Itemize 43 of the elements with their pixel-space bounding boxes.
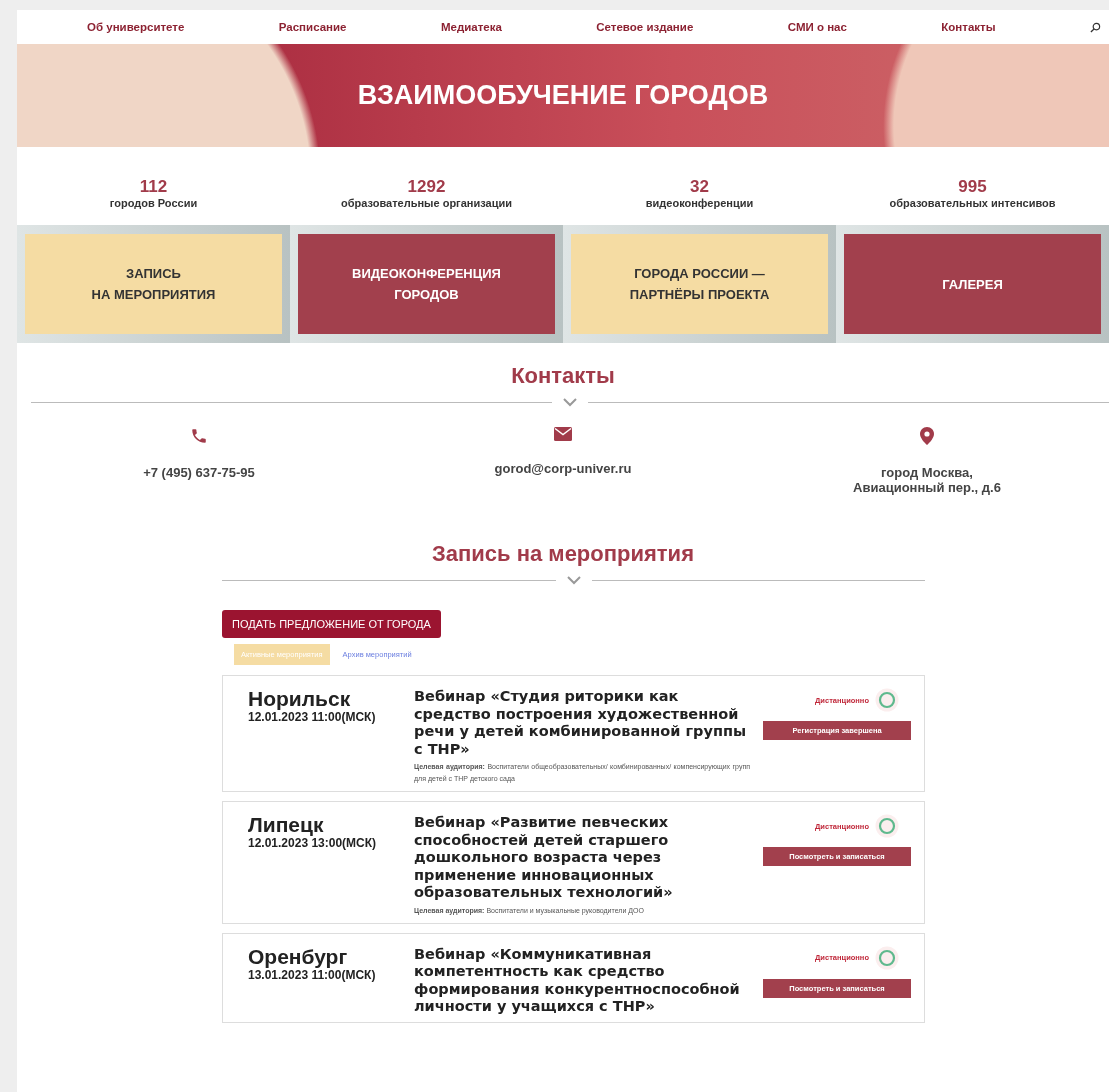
search-icon[interactable] <box>1090 21 1101 33</box>
section-tile[interactable]: ВИДЕОКОНФЕРЕНЦИЯ ГОРОДОВ <box>298 234 555 334</box>
envelope-icon <box>554 427 572 441</box>
section-tile[interactable]: ЗАПИСЬ НА МЕРОПРИЯТИЯ <box>25 234 282 334</box>
contact-text: город Москва, Авиационный пер., д.6 <box>853 465 1001 495</box>
section-heading: Запись на мероприятия <box>431 541 695 567</box>
contact-text: +7 (495) 637-75-95 <box>143 465 255 480</box>
event-city: Норильск <box>248 688 352 710</box>
event-date: 13.01.2023 11:00(МСК) <box>248 967 377 982</box>
status-ring-icon <box>874 688 899 712</box>
chevron-icon <box>562 397 578 407</box>
section-tile[interactable]: ГАЛЕРЕЯ <box>844 234 1101 334</box>
stat-label: видеоконференции <box>645 197 754 209</box>
event-title: Вебинар «Студия риторики как средство построения художественной речи у детей комбинированной группы с ТНР» <box>414 688 748 758</box>
chevron-icon <box>565 575 582 585</box>
stat-value: 1292 <box>407 177 446 197</box>
stat-label: городов России <box>109 197 198 209</box>
status-ring-icon <box>874 945 899 970</box>
section-tile[interactable]: ГОРОДА РОССИИ — ПАРТНЁРЫ ПРОЕКТА <box>571 234 828 334</box>
nav-link[interactable]: Об университете <box>87 21 185 33</box>
nav-link[interactable]: Сетевое издание <box>596 21 694 33</box>
event-city: Липецк <box>248 814 325 836</box>
nav-link[interactable]: СМИ о нас <box>787 21 847 33</box>
event-date: 12.01.2023 11:00(МСК) <box>248 710 377 724</box>
event-title: Вебинар «Развитие певческих способностей детей старшего дошкольного возраста через применение инновационных образовательных технологий» <box>414 814 674 902</box>
event-date: 12.01.2023 13:00(МСК) <box>248 836 378 850</box>
nav-link[interactable]: Медиатека <box>440 21 502 33</box>
banner-title: ВЗАИМООБУЧЕНИЕ ГОРОДОВ <box>357 80 769 111</box>
stat-value: 32 <box>690 177 709 197</box>
contact-text: gorod@corp-univer.ru <box>494 461 632 476</box>
propose-button[interactable]: ПОДАТЬ ПРЕДЛОЖЕНИЕ ОТ ГОРОДА <box>222 610 441 638</box>
map-pin-icon <box>920 427 934 445</box>
phone-icon <box>190 427 208 445</box>
status-ring-icon <box>874 814 899 838</box>
event-title: Вебинар «Коммуникативная компетентность как средство формирования конкурентноспособной личности у учащихся с ТНР» <box>414 945 741 1016</box>
nav-link[interactable]: Расписание <box>278 21 347 33</box>
nav-link[interactable]: Контакты <box>941 21 996 33</box>
stat-label: образовательных интенсивов <box>889 197 1056 209</box>
stat-value: 112 <box>139 177 168 197</box>
stat-value: 995 <box>958 177 987 197</box>
section-heading: Контакты <box>510 363 616 389</box>
stat-label: образовательные организации <box>341 197 512 209</box>
event-city: Оренбург <box>248 945 349 968</box>
